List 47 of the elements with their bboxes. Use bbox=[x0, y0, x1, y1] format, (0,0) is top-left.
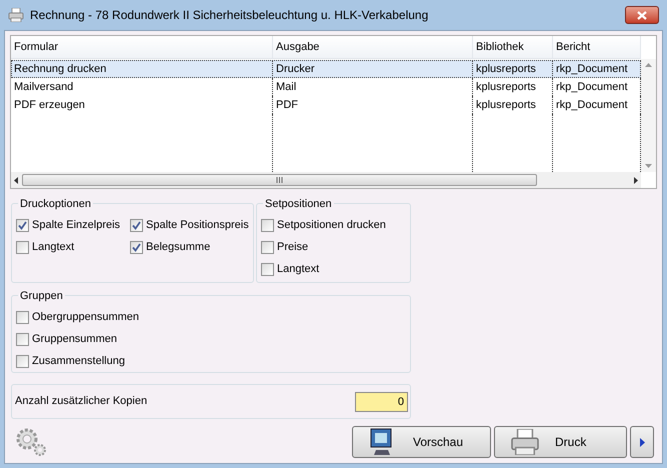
gears-icon[interactable] bbox=[15, 427, 47, 457]
close-button[interactable] bbox=[625, 6, 659, 24]
scroll-left-icon bbox=[14, 176, 18, 184]
column-header[interactable]: Ausgabe bbox=[273, 36, 473, 58]
group-title: Druckoptionen bbox=[18, 196, 93, 212]
checkbox-option[interactable]: Preise bbox=[261, 236, 406, 258]
table-cell: kplusreports bbox=[473, 60, 553, 78]
table-cell: Mail bbox=[273, 78, 473, 96]
more-button[interactable] bbox=[630, 426, 654, 458]
checkbox-option[interactable]: Spalte Positionspreis bbox=[130, 214, 249, 236]
checkbox-option[interactable]: Langtext bbox=[16, 236, 130, 258]
copies-field[interactable]: 0 bbox=[355, 392, 408, 412]
printer-icon bbox=[510, 429, 540, 455]
checkmark-icon bbox=[132, 242, 141, 252]
column-header[interactable]: Bibliothek bbox=[473, 36, 553, 58]
printer-icon bbox=[8, 8, 24, 22]
preview-button[interactable]: Vorschau bbox=[352, 426, 491, 458]
checkbox-option[interactable]: Setpositionen drucken bbox=[261, 214, 406, 236]
scroll-down-icon bbox=[645, 164, 652, 168]
column-header[interactable]: Formular bbox=[11, 36, 273, 58]
checkbox-option[interactable]: Gruppensummen bbox=[16, 328, 406, 350]
scroll-right-icon bbox=[634, 176, 638, 184]
table-cell: Rechnung drucken bbox=[11, 60, 273, 78]
checkbox-option[interactable]: Spalte Einzelpreis bbox=[16, 214, 130, 236]
table-cell: kplusreports bbox=[473, 78, 553, 96]
checkbox-option[interactable]: Zusammenstellung bbox=[16, 350, 406, 372]
checkbox-option[interactable]: Obergruppensummen bbox=[16, 306, 406, 328]
checkmark-icon bbox=[18, 220, 27, 230]
close-icon bbox=[637, 10, 647, 20]
arrow-right-icon bbox=[640, 438, 644, 446]
checkbox-option[interactable]: Belegsumme bbox=[130, 236, 249, 258]
table-cell: PDF erzeugen bbox=[11, 96, 273, 114]
group-title: Setpositionen bbox=[263, 196, 334, 212]
table-row[interactable]: Rechnung drucken Drucker kplusreports rkp_Document bbox=[11, 60, 641, 78]
checkmark-icon bbox=[132, 220, 141, 230]
group-title: Gruppen bbox=[18, 288, 65, 304]
grip-icon bbox=[276, 177, 283, 183]
print-button[interactable]: Druck bbox=[494, 426, 627, 458]
table-cell: PDF bbox=[273, 96, 473, 114]
checkbox-option[interactable]: Langtext bbox=[261, 258, 406, 280]
copies-label: Anzahl zusätzlicher Kopien bbox=[15, 394, 148, 410]
table-cell: Drucker bbox=[273, 60, 473, 78]
window-title: Rechnung - 78 Rodundwerk II Sicherheitsbeleuchtung u. HLK-Verkabelung bbox=[30, 7, 430, 24]
scroll-up-icon bbox=[645, 63, 652, 67]
table-cell: Mailversand bbox=[11, 78, 273, 96]
table-cell: kplusreports bbox=[473, 96, 553, 114]
column-header[interactable]: Bericht bbox=[553, 36, 641, 58]
